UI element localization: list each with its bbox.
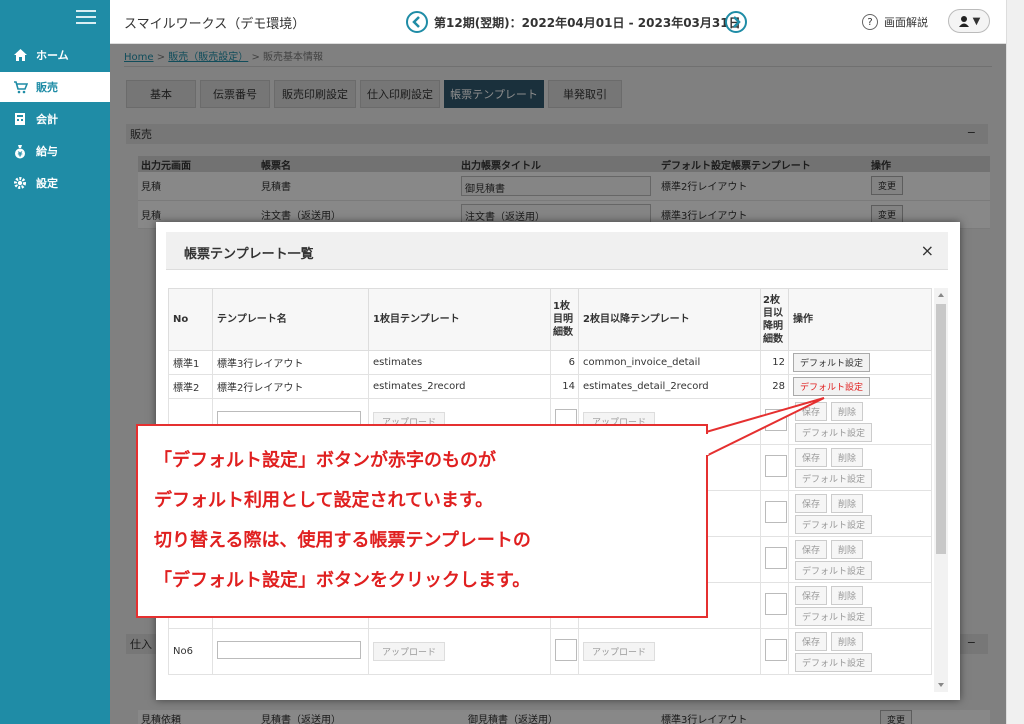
modal-header: 帳票テンプレート一覧 ×	[166, 232, 948, 270]
rows-input[interactable]	[765, 455, 787, 477]
default-setting-button[interactable]: デフォルト設定	[795, 606, 873, 626]
rows-input[interactable]	[765, 639, 787, 661]
money-bag-icon: ¥	[12, 143, 28, 159]
save-button[interactable]: 保存	[795, 585, 828, 605]
rows-input[interactable]	[765, 547, 787, 569]
help-label: 画面解説	[884, 16, 928, 29]
header: スマイルワークス（デモ環境） 第12期(翌期)：2022年04月01日 - 20…	[110, 0, 1006, 44]
delete-button[interactable]: 削除	[831, 539, 864, 559]
modal-title: 帳票テンプレート一覧	[184, 247, 314, 262]
callout-box: 「デフォルト設定」ボタンが赤字のものが デフォルト利用として設定されています。 …	[136, 424, 708, 618]
upload-button[interactable]: アップロード	[583, 642, 656, 661]
column-header-ops: 操作	[788, 288, 932, 351]
scroll-down-icon[interactable]	[934, 680, 948, 690]
table-row: No6 アップロード アップロード 保存 削除 デフォルト設定	[168, 628, 932, 675]
sidebar-item-settings[interactable]: 設定	[0, 168, 110, 198]
scrollbar-thumb[interactable]	[936, 304, 946, 554]
page-scrollbar[interactable]	[1006, 0, 1024, 724]
calculator-icon	[12, 111, 28, 127]
app-title: スマイルワークス（デモ環境）	[124, 17, 306, 32]
callout-line: 「デフォルト設定」ボタンをクリックします。	[154, 570, 531, 591]
delete-button[interactable]: 削除	[831, 585, 864, 605]
delete-button[interactable]: 削除	[831, 447, 864, 467]
user-menu-button[interactable]: ▼	[948, 9, 990, 33]
column-header-tpl1: 1枚目テンプレート	[368, 288, 551, 351]
chevron-left-icon	[412, 16, 420, 28]
default-setting-button[interactable]: デフォルト設定	[793, 353, 871, 372]
rows-input[interactable]	[765, 501, 787, 523]
rows-input[interactable]	[765, 593, 787, 615]
save-button[interactable]: 保存	[795, 493, 828, 513]
cell-no: 標準2	[168, 374, 213, 399]
cell-tpl2: estimates_detail_2record	[578, 374, 761, 399]
delete-button[interactable]: 削除	[831, 631, 864, 651]
period-next-button[interactable]	[725, 11, 747, 33]
user-icon	[958, 16, 969, 27]
cart-icon	[12, 79, 28, 95]
callout-line: 切り替える際は、使用する帳票テンプレートの	[154, 530, 531, 551]
cell-tpl1: estimates_2record	[368, 374, 551, 399]
sidebar: ホーム 販売 会計 ¥ 給与 設定	[0, 0, 110, 724]
sidebar-item-label: ホーム	[36, 49, 69, 62]
scroll-up-icon[interactable]	[934, 290, 948, 300]
column-header-no: No	[168, 288, 213, 351]
callout-line: 「デフォルト設定」ボタンが赤字のものが	[154, 450, 496, 471]
cell-rows2: 28	[760, 374, 789, 399]
menu-icon[interactable]	[76, 10, 96, 26]
column-header-name: テンプレート名	[212, 288, 369, 351]
table-row: 標準1 標準3行レイアウト estimates 6 common_invoice…	[168, 350, 932, 375]
modal-scrollbar[interactable]	[934, 288, 948, 692]
rows-input[interactable]	[765, 409, 787, 431]
column-header-tpl2: 2枚目以降テンプレート	[578, 288, 761, 351]
sidebar-item-label: 給与	[36, 145, 58, 158]
delete-button[interactable]: 削除	[831, 401, 864, 421]
upload-button[interactable]: アップロード	[373, 642, 446, 661]
column-header-rows2: 2枚目以降明細数	[760, 288, 789, 351]
cell-no: No6	[168, 628, 213, 675]
chevron-right-icon	[733, 16, 741, 28]
default-setting-button[interactable]: デフォルト設定	[795, 560, 873, 580]
sidebar-item-sales[interactable]: 販売	[0, 72, 110, 102]
cell-tpl2: common_invoice_detail	[578, 350, 761, 375]
save-button[interactable]: 保存	[795, 447, 828, 467]
cell-rows1: 6	[550, 350, 579, 375]
period-prev-button[interactable]	[406, 11, 428, 33]
gear-icon	[12, 175, 28, 191]
default-setting-button[interactable]: デフォルト設定	[795, 514, 873, 534]
sidebar-item-accounting[interactable]: 会計	[0, 104, 110, 134]
question-icon: ?	[862, 14, 878, 30]
save-button[interactable]: 保存	[795, 539, 828, 559]
cell-rows1: 14	[550, 374, 579, 399]
sidebar-item-home[interactable]: ホーム	[0, 40, 110, 70]
save-button[interactable]: 保存	[795, 401, 828, 421]
callout-line: デフォルト利用として設定されています。	[154, 490, 494, 511]
default-setting-button-active[interactable]: デフォルト設定	[793, 377, 871, 396]
default-setting-button[interactable]: デフォルト設定	[795, 468, 873, 488]
sidebar-item-payroll[interactable]: ¥ 給与	[0, 136, 110, 166]
template-name-input[interactable]	[217, 641, 361, 659]
cell-name: 標準3行レイアウト	[212, 350, 369, 375]
sidebar-item-label: 会計	[36, 113, 58, 126]
delete-button[interactable]: 削除	[831, 493, 864, 513]
cell-no: 標準1	[168, 350, 213, 375]
fiscal-period-label: 第12期(翌期)：2022年04月01日 - 2023年03月31日	[434, 16, 741, 30]
cell-name: 標準2行レイアウト	[212, 374, 369, 399]
sidebar-item-label: 販売	[36, 81, 58, 94]
cell-rows2: 12	[760, 350, 789, 375]
caret-down-icon: ▼	[972, 15, 981, 27]
default-setting-button[interactable]: デフォルト設定	[795, 422, 873, 442]
cell-tpl1: estimates	[368, 350, 551, 375]
help-link[interactable]: ? 画面解説	[862, 14, 928, 30]
sidebar-item-label: 設定	[36, 177, 58, 190]
home-icon	[12, 47, 28, 63]
svg-text:¥: ¥	[18, 150, 23, 158]
save-button[interactable]: 保存	[795, 631, 828, 651]
rows-input[interactable]	[555, 639, 577, 661]
table-row: 標準2 標準2行レイアウト estimates_2record 14 estim…	[168, 374, 932, 399]
close-icon[interactable]: ×	[921, 241, 934, 260]
default-setting-button[interactable]: デフォルト設定	[795, 652, 873, 672]
column-header-rows1: 1枚目明細数	[550, 288, 579, 351]
